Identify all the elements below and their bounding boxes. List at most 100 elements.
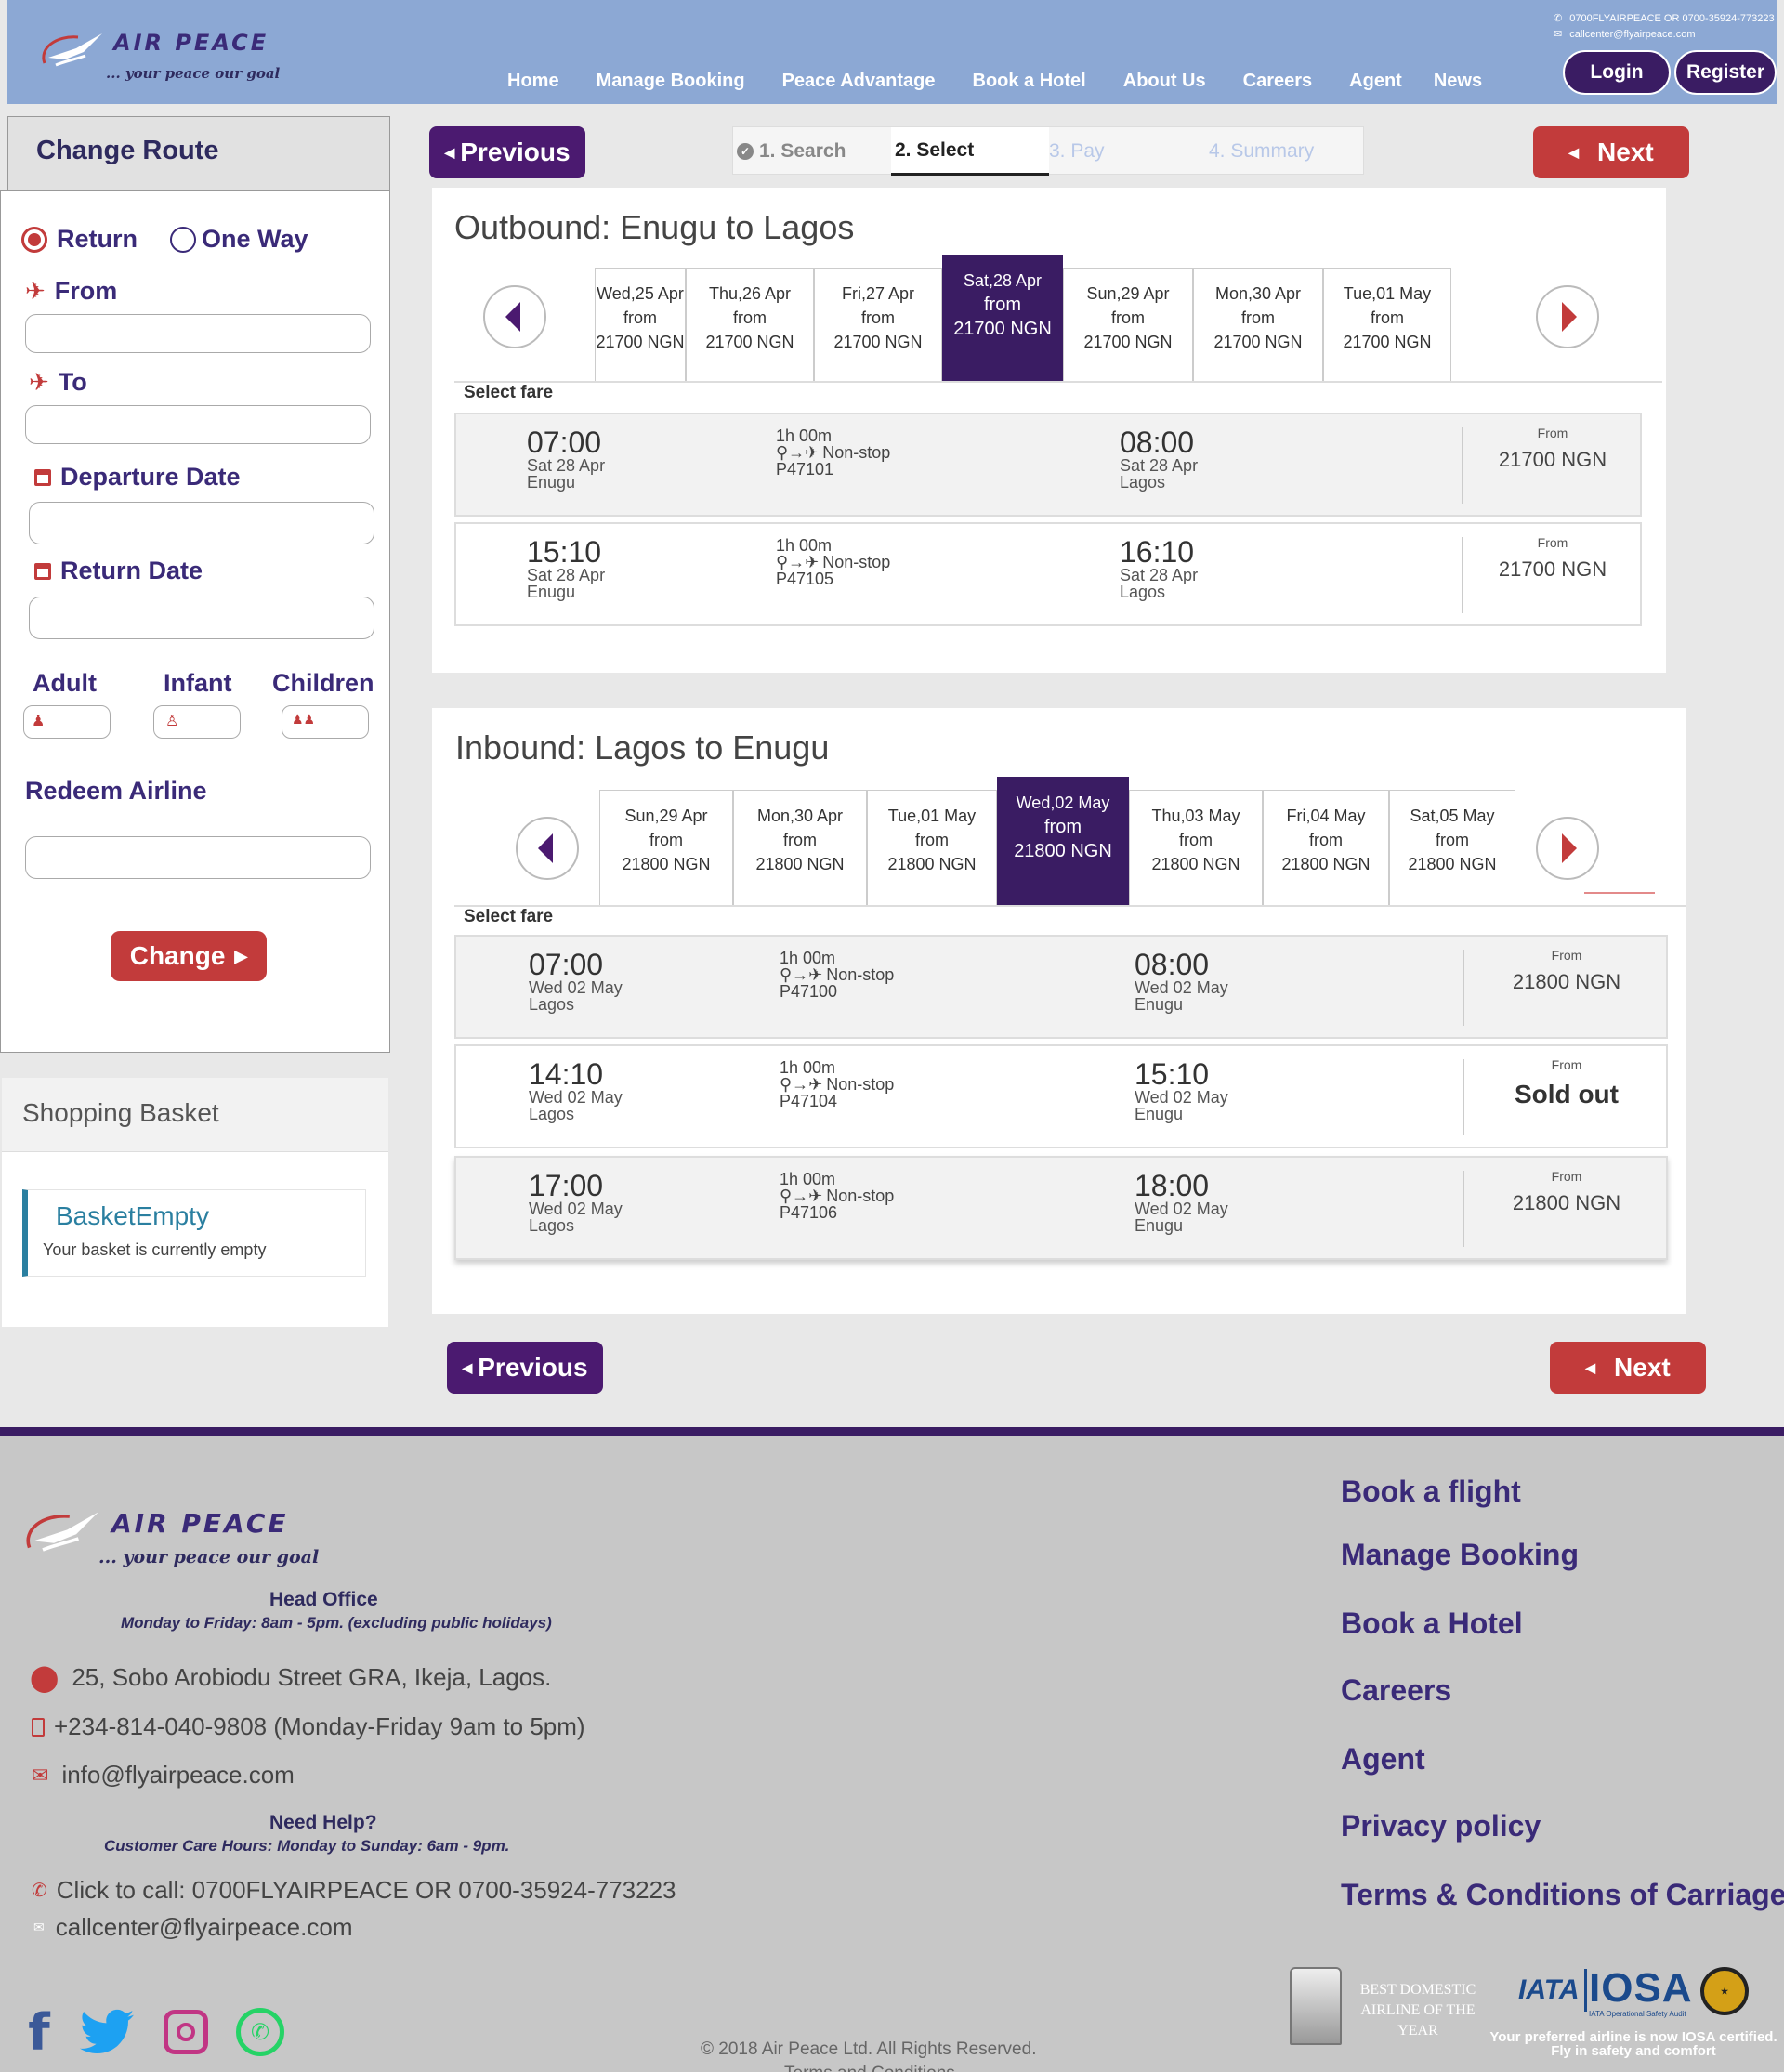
click-to-call[interactable]: ✆ Click to call: 0700FLYAIRPEACE OR 0700… (32, 1876, 676, 1905)
trip-oneway-radio[interactable]: One Way (170, 225, 308, 254)
header-phone[interactable]: ✆ 0700FLYAIRPEACE OR 0700-35924-773223 (1554, 12, 1775, 25)
inbound-title: Inbound: Lagos to Enugu (455, 728, 830, 767)
outbound-date-tab[interactable]: Thu,26 Apr from 21700 NGN (686, 268, 814, 383)
pin-plane-icon: ⚲→✈ (780, 1075, 823, 1094)
fare-price[interactable]: 21700 NGN (1462, 557, 1644, 582)
step-summary: 4. Summary (1209, 140, 1315, 162)
inbound-panel: Inbound: Lagos to Enugu Sun,29 Apr from 21… (432, 708, 1686, 1314)
flight-stops: Non-stop (826, 1187, 895, 1205)
footer-link-privacy[interactable]: Privacy policy (1341, 1809, 1541, 1843)
inbound-date-tab[interactable]: Fri,04 May from 21800 NGN (1263, 790, 1389, 905)
terms-link[interactable]: Terms and Conditions (784, 2064, 955, 2072)
fare-price[interactable]: 21800 NGN (1463, 1191, 1670, 1215)
register-button[interactable]: Register (1674, 50, 1777, 95)
step-select[interactable]: 2. Select (891, 127, 1049, 176)
nav-about-us[interactable]: About Us (1123, 71, 1206, 95)
date-tab-price: 21700 NGN (1343, 333, 1432, 351)
nav-news[interactable]: News (1434, 71, 1482, 95)
footer-phone[interactable]: +234-814-040-9808 (Monday-Friday 9am to … (32, 1712, 585, 1741)
arrival-city: Enugu (1135, 1105, 1184, 1123)
to-input[interactable] (25, 405, 371, 444)
previous-button-top[interactable]: ◀ Previous (429, 126, 585, 178)
footer-link-agent[interactable]: Agent (1341, 1742, 1425, 1777)
nav-agent[interactable]: Agent (1349, 71, 1402, 95)
date-tab-price: 21700 NGN (953, 319, 1052, 339)
return-date-input[interactable] (29, 597, 374, 639)
departure-date-input[interactable] (29, 502, 374, 544)
change-button[interactable]: Change ▶ (111, 931, 267, 981)
departure-date: Sat 28 Apr (527, 456, 606, 475)
inbound-date-tab[interactable]: Mon,30 Apr from 21800 NGN (733, 790, 867, 905)
outbound-next-dates-button[interactable] (1536, 285, 1599, 348)
outbound-date-tab[interactable]: Tue,01 May from 21700 NGN (1323, 268, 1451, 383)
phone-icon: ✆ (1554, 13, 1563, 24)
outbound-flight-row[interactable]: 15:10 Sat 28 Apr Enugu 1h 00m ⚲→✈ Non-stop P47… (454, 522, 1642, 626)
footer-link-manage-booking[interactable]: Manage Booking (1341, 1538, 1579, 1572)
nav-careers[interactable]: Careers (1243, 71, 1313, 95)
nav-home[interactable]: Home (507, 71, 559, 95)
redeem-input[interactable] (25, 836, 371, 879)
footer-logo[interactable]: AIR PEACE ... your peace our goal (20, 1504, 319, 1579)
inbound-date-tab[interactable]: Wed,02 May from 21800 NGN (997, 777, 1129, 905)
outbound-date-tab[interactable]: Wed,25 Apr from 21700 NGN (595, 268, 686, 383)
outbound-date-tab[interactable]: Fri,27 Apr from 21700 NGN (814, 268, 942, 383)
inbound-next-dates-button[interactable] (1536, 817, 1599, 880)
departure-time: 14:10 (529, 1057, 604, 1091)
outbound-date-tab[interactable]: Sat,28 Apr from 21700 NGN (942, 255, 1063, 383)
next-button-top[interactable]: ◀ Next (1533, 126, 1689, 178)
date-tab-price: 21800 NGN (755, 855, 845, 873)
departure-city: Lagos (529, 1216, 575, 1235)
date-tab-price: 21700 NGN (596, 333, 685, 351)
inbound-date-tab[interactable]: Sun,29 Apr from 21800 NGN (599, 790, 733, 905)
from-input[interactable] (25, 314, 371, 353)
nav-peace-advantage[interactable]: Peace Advantage (782, 71, 936, 95)
inbound-date-tab[interactable]: Tue,01 May from 21800 NGN (867, 790, 997, 905)
inbound-prev-dates-button[interactable] (516, 817, 579, 880)
infant-icon: ♙ (165, 714, 179, 729)
footer-link-book-hotel[interactable]: Book a Hotel (1341, 1606, 1523, 1641)
flight-code: P47106 (780, 1203, 838, 1222)
inbound-flight-row[interactable]: 17:00 Wed 02 May Lagos 1h 00m ⚲→✈ Non-stop P47… (454, 1156, 1668, 1260)
next-button-bottom[interactable]: ◀ Next (1550, 1342, 1706, 1394)
children-count-input[interactable]: ♟♟ (282, 705, 369, 739)
footer-email[interactable]: ✉ info@flyairpeace.com (32, 1761, 295, 1790)
facebook-icon[interactable]: f (22, 2003, 56, 2062)
basket-empty-card: BasketEmpty Your basket is currently emp… (22, 1189, 366, 1277)
adult-count-input[interactable]: ♟ (23, 705, 111, 739)
outbound-flight-row[interactable]: 07:00 Sat 28 Apr Enugu 1h 00m ⚲→✈ Non-stop P47… (454, 413, 1642, 517)
callcenter-email[interactable]: ✉ callcenter@flyairpeace.com (33, 1913, 352, 1942)
outbound-prev-dates-button[interactable] (483, 285, 546, 348)
nav-manage-booking[interactable]: Manage Booking (597, 71, 745, 95)
nav-book-hotel[interactable]: Book a Hotel (973, 71, 1086, 95)
twitter-icon[interactable] (80, 2008, 134, 2056)
bird-logo-icon (26, 1512, 98, 1552)
inbound-date-tab[interactable]: Thu,03 May from 21800 NGN (1129, 790, 1263, 905)
inbound-flight-row[interactable]: 07:00 Wed 02 May Lagos 1h 00m ⚲→✈ Non-stop P47… (454, 935, 1668, 1039)
main-nav: Home Manage Booking Peace Advantage Book… (507, 71, 1482, 95)
whatsapp-icon[interactable]: ✆ (236, 2008, 284, 2056)
brand-logo[interactable]: AIR PEACE ... your peace our goal (37, 24, 280, 89)
fare-price[interactable]: 21800 NGN (1463, 970, 1670, 994)
fare-from-label: From (1551, 1169, 1582, 1184)
footer-link-terms-carriage[interactable]: Terms & Conditions of Carriage (1341, 1878, 1784, 1912)
flight-route-info: ⚲→✈ Non-stop (780, 966, 894, 983)
radio-checked-icon (21, 226, 47, 253)
inbound-flight-row[interactable]: 14:10 Wed 02 May Lagos 1h 00m ⚲→✈ Non-stop P47… (454, 1044, 1668, 1148)
arrow-right-icon (1562, 302, 1577, 332)
outbound-date-tab[interactable]: Mon,30 Apr from 21700 NGN (1193, 268, 1323, 383)
login-button[interactable]: Login (1563, 50, 1671, 95)
header-email[interactable]: ✉ callcenter@flyairpeace.com (1554, 28, 1696, 41)
instagram-icon[interactable] (164, 2010, 208, 2054)
caret-left-icon: ◀ (462, 1359, 473, 1375)
step-search[interactable]: ✓ 1. Search (733, 127, 891, 176)
fare-price[interactable]: Sold out (1463, 1080, 1670, 1109)
previous-button-bottom[interactable]: ◀ Previous (447, 1342, 603, 1394)
date-tab-day: Tue,01 May (1343, 284, 1432, 303)
trip-return-radio[interactable]: Return (21, 225, 138, 254)
footer-link-book-flight[interactable]: Book a flight (1341, 1475, 1521, 1509)
inbound-date-tab[interactable]: Sat,05 May from 21800 NGN (1389, 790, 1515, 905)
fare-price[interactable]: 21700 NGN (1462, 448, 1644, 472)
footer-link-careers[interactable]: Careers (1341, 1673, 1451, 1708)
outbound-date-tab[interactable]: Sun,29 Apr from 21700 NGN (1063, 268, 1193, 383)
infant-count-input[interactable]: ♙ (153, 705, 241, 739)
